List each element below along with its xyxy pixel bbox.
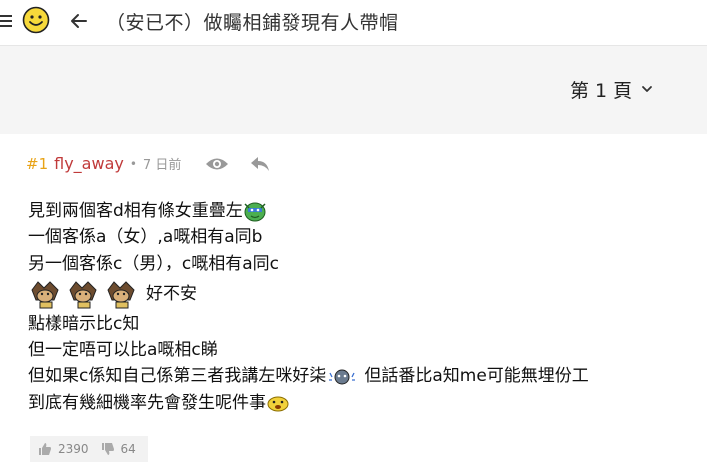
page-bar: 第 1 頁: [0, 46, 707, 134]
content-text: 見到兩個客d相有條女重疊左: [28, 201, 243, 221]
content-text: 點樣暗示比c知: [28, 313, 140, 334]
content-line: 見到兩個客d相有條女重疊左: [28, 198, 589, 224]
content-line: 點樣暗示比c知: [28, 311, 589, 337]
username-link[interactable]: fly_away: [54, 154, 124, 173]
content-text: 但話番比a知me可能無埋份工: [364, 366, 589, 387]
thumbs-down-icon[interactable]: [101, 442, 115, 456]
content-line: 好不安: [28, 277, 589, 311]
content-line: 另一個客係c（男），c嘅相有a同c: [28, 251, 589, 277]
reply-icon[interactable]: [249, 155, 271, 173]
monkey-thinking-emoji-icon: [69, 281, 97, 309]
monkey-thinking-emoji-icon: [31, 281, 59, 309]
eye-icon[interactable]: [205, 156, 229, 172]
content-text: 另一個客係c（男），c嘅相有a同c: [28, 253, 279, 274]
sweating-face-emoji-icon: [329, 369, 356, 385]
content-line: 到底有幾細機率先會發生呢件事: [28, 390, 589, 416]
top-bar: （安已不）做矚相鋪發現有人帶帽: [0, 0, 707, 46]
content-text: 到底有幾細機率先會發生呢件事: [28, 392, 266, 413]
green-monster-emoji-icon: [244, 202, 266, 222]
vote-bar: 2390 64: [30, 436, 148, 462]
content-text: 但如果c係知自己係第三者我講左咪好柒: [28, 366, 327, 387]
content-line: 但如果c係知自己係第三者我講左咪好柒 但話番比a知me可能無埋份工: [28, 363, 589, 389]
content-text: 一個客係a（女）,a嘅相有a同b: [28, 227, 263, 248]
page-selector[interactable]: 第 1 頁: [570, 74, 654, 104]
topic-title: （安已不）做矚相鋪發現有人帶帽: [106, 12, 399, 34]
smiley-logo-icon[interactable]: [22, 6, 50, 34]
monkey-thinking-emoji-icon: [107, 281, 135, 309]
post-header: #1 fly_away • 7 日前: [26, 154, 271, 173]
page-label: 第 1 頁: [570, 79, 633, 102]
meta-separator: •: [129, 156, 137, 171]
thumbs-up-icon[interactable]: [38, 442, 52, 456]
menu-icon[interactable]: [0, 12, 14, 28]
content-text: 好不安: [146, 283, 197, 304]
content-text: 但一定唔可以比a嘅相c睇: [28, 340, 218, 361]
content-line: 一個客係a（女）,a嘅相有a同b: [28, 224, 589, 250]
upvote-count: 2390: [58, 442, 89, 456]
yellow-shocked-emoji-icon: [267, 396, 289, 412]
content-line: 但一定唔可以比a嘅相c睇: [28, 337, 589, 363]
back-arrow-icon[interactable]: [66, 8, 92, 34]
floor-number: #1: [26, 154, 49, 173]
post-content: 見到兩個客d相有條女重疊左 一個客係a（女）,a嘅相有a同b 另一個客係c（男）…: [28, 198, 589, 416]
chevron-down-icon: [642, 86, 653, 92]
post-time: 7 日前: [142, 158, 182, 173]
post: #1 fly_away • 7 日前 見到兩個客d相有條女重疊左 一個客係a（女…: [0, 134, 707, 462]
downvote-count: 64: [120, 442, 136, 456]
